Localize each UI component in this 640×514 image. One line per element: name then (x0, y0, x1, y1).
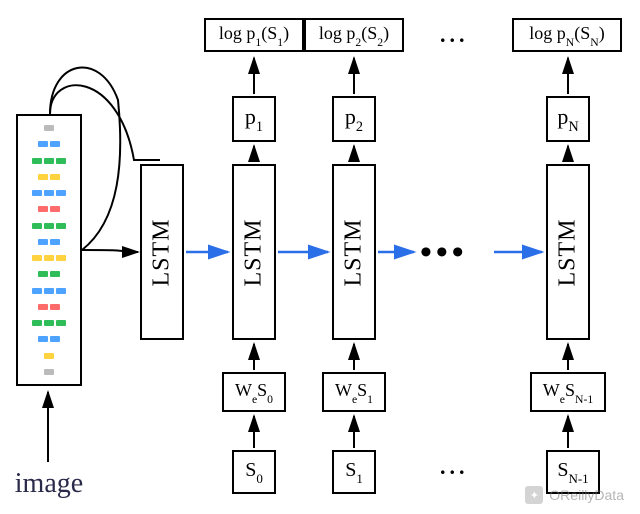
lstm-label: LSTM (241, 218, 268, 286)
s-box-0: S0 (232, 450, 276, 494)
logp-box-N: log pN(SN) (512, 18, 622, 52)
lstm-label: LSTM (149, 218, 176, 286)
s-box-1: S1 (332, 450, 376, 494)
s-text-0: S0 (245, 459, 263, 485)
logp-box-1: log p1(S1) (204, 18, 304, 52)
logp-box-2: log p2(S2) (304, 18, 404, 52)
watermark: ✦ OReillyData (525, 486, 624, 504)
wechat-icon: ✦ (525, 486, 543, 504)
watermark-text: OReillyData (549, 487, 624, 503)
logp-text-2: log p2(S2) (319, 23, 389, 47)
lstm-label: LSTM (555, 218, 582, 286)
image-input-label: image (4, 468, 94, 500)
p-text-N: pN (557, 104, 578, 134)
ellipsis-bottom: ... (440, 454, 469, 480)
we-box-Nm1: WeSN-1 (530, 372, 606, 412)
s-text-Nm1: SN-1 (557, 459, 588, 485)
p-box-1: p1 (232, 96, 276, 142)
cnn-layers-graphic (18, 116, 80, 384)
p-text-1: p1 (245, 104, 263, 134)
logp-text-1: log p1(S1) (219, 23, 289, 47)
lstm-label: LSTM (341, 218, 368, 286)
arrows-layer (0, 0, 640, 514)
p-box-2: p2 (332, 96, 376, 142)
we-box-0: WeS0 (222, 372, 286, 412)
lstm-cell-1: LSTM (232, 164, 276, 340)
s-text-1: S1 (345, 459, 363, 485)
lstm-cell-2: LSTM (332, 164, 376, 340)
diagram-canvas: image LSTM log p1(S1) p1 LSTM WeS0 S0 lo… (0, 0, 640, 514)
we-text-Nm1: WeSN-1 (543, 380, 593, 404)
logp-text-N: log pN(SN) (529, 23, 604, 47)
lstm-cell-N: LSTM (546, 164, 590, 340)
lstm-cell-0: LSTM (140, 164, 184, 340)
p-text-2: p2 (345, 104, 363, 134)
we-box-1: WeS1 (322, 372, 386, 412)
we-text-0: WeS0 (235, 380, 273, 404)
we-text-1: WeS1 (335, 380, 373, 404)
p-box-N: pN (546, 96, 590, 142)
ellipsis-horizontal: ••• (420, 234, 468, 272)
ellipsis-top: ... (440, 22, 469, 48)
cnn-encoder-box (16, 114, 82, 386)
